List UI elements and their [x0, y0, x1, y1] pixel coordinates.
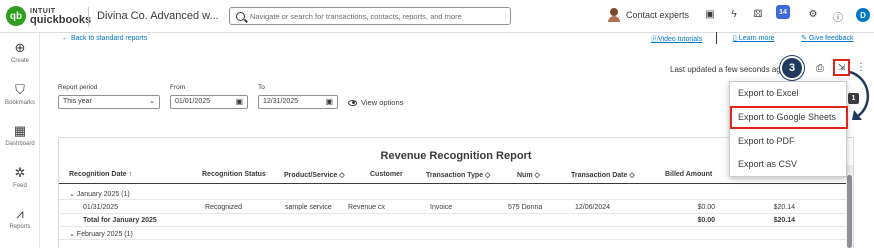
table-row-total: Total for January 2025 $0.00 $20.14	[59, 215, 853, 227]
column-header-billed-amount[interactable]: Billed Amount	[665, 171, 712, 178]
search-placeholder: Navigate or search for transactions, con…	[250, 11, 462, 21]
bookmark-icon: ⛉	[15, 82, 25, 97]
cell-transaction-type[interactable]: Invoice	[430, 204, 452, 211]
to-label: To	[258, 84, 265, 91]
group-label: ⌄ February 2025 (1)	[69, 231, 133, 238]
top-bar: qb INTUIT quickbooks Divina Co. Advanced…	[0, 0, 874, 33]
cell-transaction-date: 12/06/2024	[575, 204, 611, 211]
learn-more-label: Learn more	[738, 35, 775, 42]
print-icon[interactable]: ⎙	[816, 63, 824, 74]
give-feedback-label: Give feedback	[808, 35, 854, 42]
learn-more-link[interactable]: ▯ Learn more	[733, 34, 775, 42]
nav-item-dashboard[interactable]: ▦ Dashboard	[0, 123, 40, 148]
chevron-down-icon: ⌄	[149, 98, 155, 105]
table-row[interactable]: 01/31/2025 Recognized sample service Rev…	[59, 202, 853, 214]
from-label: From	[170, 84, 186, 91]
calendar-icon[interactable]: ▣	[235, 97, 243, 106]
export-to-excel-item[interactable]: Export to Excel	[730, 82, 848, 105]
links-divider	[716, 32, 717, 44]
give-feedback-link[interactable]: ✎ Give feedback	[801, 34, 854, 42]
nav-item-reports[interactable]: ⩘ Reports	[0, 206, 40, 231]
notifications-badge[interactable]: 14	[776, 5, 790, 19]
column-header-num[interactable]: Num ◇	[517, 171, 540, 179]
total-billed-amount: $0.00	[697, 217, 715, 224]
eye-icon	[348, 99, 357, 106]
to-date-input[interactable]: 12/31/2025 ▣	[258, 95, 338, 109]
video-tutorials-label: Video tutorials	[658, 36, 703, 43]
export-to-google-sheets-item[interactable]: Export to Google Sheets	[730, 106, 848, 129]
total-amount: $20.14	[773, 217, 795, 224]
search-icon	[236, 11, 245, 21]
report-period-value: This year	[63, 98, 92, 105]
cell-recognition-status: Recognized	[205, 204, 242, 211]
quickbooks-logo[interactable]: qb INTUIT quickbooks	[6, 6, 91, 26]
group-label: ⌄ January 2025 (1)	[69, 191, 130, 198]
nav-label-dashboard: Dashboard	[5, 141, 35, 147]
export-menu: Export to Excel Export to Google Sheets …	[729, 81, 848, 177]
report-period-select[interactable]: This year ⌄	[58, 95, 160, 109]
to-date-value: 12/31/2025	[263, 98, 299, 105]
calendar-icon[interactable]: ▣	[325, 97, 333, 106]
curved-arrow-icon	[849, 70, 870, 120]
cell-amount[interactable]: $20.14	[759, 204, 795, 211]
back-to-standard-reports-link[interactable]: ← Back to standard reports	[62, 35, 147, 42]
plus-circle-icon: ⊕	[14, 40, 26, 55]
user-avatar[interactable]: D	[856, 8, 870, 22]
cell-billed-amount[interactable]: $0.00	[679, 204, 715, 211]
header-divider	[88, 7, 89, 27]
table-row-group[interactable]: ⌄ February 2025 (1)	[59, 228, 853, 240]
column-header-transaction-type[interactable]: Transaction Type ◇	[426, 171, 490, 179]
from-date-input[interactable]: 01/01/2025 ▣	[170, 95, 248, 109]
apps-icon[interactable]: ⚄	[751, 9, 765, 20]
export-to-pdf-item[interactable]: Export to PDF	[730, 130, 848, 153]
nav-item-bookmarks[interactable]: ⛉ Bookmarks	[0, 82, 40, 107]
column-header-recognition-status[interactable]: Recognition Status	[202, 171, 266, 178]
column-header-product-service[interactable]: Product/Service ◇	[284, 171, 345, 179]
search-input[interactable]: Navigate or search for transactions, con…	[229, 7, 511, 25]
cell-customer[interactable]: Revenue cx	[348, 204, 385, 211]
left-navigation: ⊕ Create ⛉ Bookmarks ▦ Dashboard ✲ Feed …	[0, 33, 40, 248]
column-header-customer[interactable]: Customer	[370, 171, 403, 178]
nav-item-feed[interactable]: ✲ Feed	[0, 165, 40, 190]
nav-label-bookmarks: Bookmarks	[4, 100, 35, 106]
contact-experts-button[interactable]: Contact experts	[608, 8, 689, 22]
nav-item-create[interactable]: ⊕ Create	[0, 40, 40, 65]
step-number-badge: 3	[780, 56, 804, 80]
cell-recognition-date: 01/31/2025	[83, 204, 119, 211]
quickbooks-logo-icon: qb	[6, 6, 26, 26]
table-row-group[interactable]: ⌄ January 2025 (1)	[59, 188, 853, 200]
column-header-transaction-date[interactable]: Transaction Date ◇	[571, 171, 635, 179]
expert-avatar-icon	[608, 8, 620, 22]
dashboard-icon: ▦	[13, 123, 27, 138]
last-updated-text: Last updated a few seconds ago	[670, 65, 786, 74]
feed-icon: ✲	[14, 165, 26, 180]
cell-num[interactable]: 575 Donna	[508, 204, 542, 211]
nav-label-reports: Reports	[9, 224, 31, 230]
calendar-icon[interactable]: ▣	[703, 9, 717, 20]
gear-icon[interactable]: ⚙	[806, 9, 820, 20]
video-tutorials-link[interactable]: ⓟVideo tutorials	[651, 34, 702, 44]
help-icon[interactable]: ⓘ	[831, 9, 845, 24]
logo-quickbooks-text: quickbooks	[30, 14, 92, 26]
cell-product-service: sample service	[285, 204, 332, 211]
reports-icon: ⩘	[16, 206, 24, 221]
company-name[interactable]: Divina Co. Advanced w...	[97, 10, 219, 22]
flash-icon[interactable]: ϟ	[727, 9, 741, 20]
view-options-label: View options	[361, 98, 404, 107]
nav-label-create: Create	[10, 58, 29, 64]
scrollbar-thumb[interactable]	[847, 175, 852, 248]
column-header-recognition-date[interactable]: Recognition Date ↑	[69, 171, 132, 178]
header-rule	[59, 183, 853, 184]
export-as-csv-item[interactable]: Export as CSV	[730, 153, 848, 176]
contact-experts-label: Contact experts	[626, 10, 690, 20]
view-options-button[interactable]: View options	[348, 98, 403, 107]
from-date-value: 01/01/2025	[175, 98, 211, 105]
report-period-label: Report period	[58, 84, 98, 91]
nav-label-feed: Feed	[13, 183, 27, 189]
total-label: Total for January 2025	[83, 217, 157, 224]
